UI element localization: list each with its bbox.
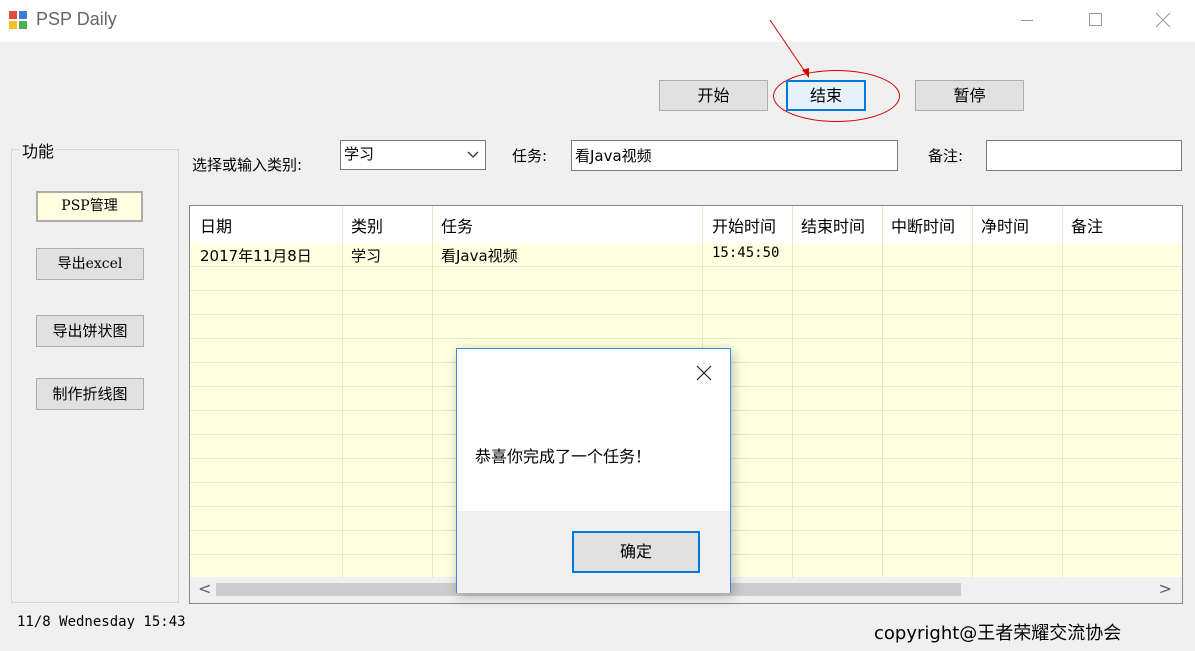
note-input[interactable] <box>986 140 1182 171</box>
task-label: 任务: <box>512 147 548 165</box>
category-label: 选择或输入类别: <box>192 156 303 174</box>
chevron-down-icon[interactable] <box>467 151 479 159</box>
export-excel-button[interactable]: 导出excel <box>36 248 144 280</box>
copyright-text: copyright@王者荣耀交流协会 <box>874 623 1122 644</box>
column-header-note[interactable]: 备注 <box>1071 213 1103 237</box>
cell-date: 2017年11月8日 <box>200 247 312 265</box>
close-icon <box>1155 12 1171 28</box>
table-row <box>190 267 1182 291</box>
end-button[interactable]: 结束 <box>786 80 866 111</box>
column-header-interrupt-time[interactable]: 中断时间 <box>891 213 955 237</box>
pause-button[interactable]: 暂停 <box>915 80 1024 111</box>
app-icon <box>9 11 27 29</box>
column-header-net-time[interactable]: 净时间 <box>981 213 1029 237</box>
column-header-start-time[interactable]: 开始时间 <box>712 213 776 237</box>
column-header-date[interactable]: 日期 <box>200 213 232 237</box>
export-pie-chart-button[interactable]: 导出饼状图 <box>36 315 144 347</box>
maximize-icon <box>1089 13 1102 26</box>
maximize-button[interactable] <box>1072 0 1118 42</box>
scroll-right-icon[interactable]: > <box>1159 579 1172 598</box>
status-datetime: 11/8 Wednesday 15:43 <box>17 614 186 630</box>
task-input[interactable]: 看Java视频 <box>571 140 898 171</box>
column-header-end-time[interactable]: 结束时间 <box>801 213 865 237</box>
minimize-icon <box>1021 20 1033 21</box>
table-row[interactable]: 2017年11月8日 学习 看Java视频 15:45:50 <box>190 243 1182 267</box>
ok-button[interactable]: 确定 <box>572 531 700 573</box>
dialog-message: 恭喜你完成了一个任务！ <box>475 447 652 466</box>
close-button[interactable] <box>1140 0 1186 42</box>
dialog-close-icon[interactable] <box>692 361 716 385</box>
make-line-chart-button[interactable]: 制作折线图 <box>36 378 144 410</box>
task-input-value: 看Java视频 <box>575 147 652 165</box>
column-header-category[interactable]: 类别 <box>351 213 383 237</box>
psp-management-button[interactable]: PSP管理 <box>36 191 143 222</box>
dialog-footer: 确定 <box>457 511 730 593</box>
scroll-left-icon[interactable]: < <box>198 579 211 598</box>
cell-category: 学习 <box>351 247 382 265</box>
grid-header: 日期 类别 任务 开始时间 结束时间 中断时间 净时间 备注 <box>190 206 1182 243</box>
column-header-task[interactable]: 任务 <box>441 213 473 237</box>
category-value: 学习 <box>344 145 375 163</box>
minimize-button[interactable] <box>1004 0 1050 42</box>
start-button[interactable]: 开始 <box>659 80 768 111</box>
category-combobox[interactable]: 学习 <box>340 140 486 170</box>
window-title: PSP Daily <box>36 9 117 29</box>
title-bar: PSP Daily <box>0 0 1195 42</box>
function-group-title: 功能 <box>20 138 57 162</box>
cell-start-time: 15:45:50 <box>712 245 780 261</box>
table-row <box>190 291 1182 315</box>
table-row <box>190 315 1182 339</box>
note-label: 备注: <box>928 147 964 165</box>
cell-task: 看Java视频 <box>441 247 518 265</box>
completion-dialog: 恭喜你完成了一个任务！ 确定 <box>456 348 731 593</box>
